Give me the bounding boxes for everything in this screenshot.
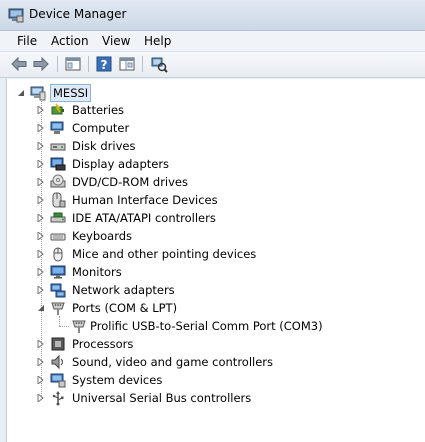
tree-item-label: Sound, video and game controllers (72, 355, 274, 369)
tree-item[interactable]: Universal Serial Bus controllers (35, 389, 415, 407)
tree-item-label: Universal Serial Bus controllers (72, 391, 252, 405)
tree-item-label: Batteries (72, 103, 125, 117)
tree-item-label: Human Interface Devices (72, 193, 218, 207)
expand-arrow-icon[interactable] (37, 340, 45, 348)
tree-item[interactable]: Sound, video and game controllers (35, 353, 415, 371)
tree-item[interactable]: Keyboards (35, 227, 415, 245)
tree-child-label: Prolific USB-to-Serial Comm Port (COM3) (90, 319, 323, 333)
expand-arrow-icon[interactable] (37, 376, 45, 384)
expand-arrow-icon[interactable] (37, 160, 45, 168)
expand-arrow-icon[interactable] (37, 214, 45, 222)
window-title: Device Manager (29, 7, 127, 21)
network-adapter-icon (50, 283, 66, 298)
tree-item[interactable]: Human Interface Devices (35, 191, 415, 209)
console-tree-icon[interactable] (118, 55, 136, 73)
tree-item[interactable]: DVD/CD-ROM drives (35, 173, 415, 191)
tree-item-label: Processors (72, 337, 134, 351)
expand-arrow-icon[interactable] (37, 196, 45, 204)
toolbar: ? (0, 52, 425, 78)
menu-bar: File Action View Help (0, 31, 425, 52)
tree-item[interactable]: Display adapters (35, 155, 415, 173)
tree-item[interactable]: Mice and other pointing devices (35, 245, 415, 263)
usb-icon (52, 391, 64, 406)
menu-help[interactable]: Help (141, 33, 174, 49)
toolbar-separator (57, 56, 58, 72)
port-icon (51, 302, 65, 315)
device-manager-icon (8, 8, 24, 23)
menu-file[interactable]: File (14, 33, 40, 49)
monitor-icon (50, 265, 66, 279)
system-device-icon (50, 373, 66, 388)
title-bar[interactable]: Device Manager (0, 0, 425, 31)
processor-icon (51, 337, 65, 351)
expand-arrow-icon[interactable] (37, 124, 45, 132)
tree-item[interactable]: Processors (35, 335, 415, 353)
collapse-arrow-icon[interactable] (17, 89, 25, 97)
tree-root[interactable]: MESSI (15, 84, 215, 102)
expand-arrow-icon[interactable] (37, 250, 45, 258)
expand-arrow-icon[interactable] (37, 394, 45, 402)
computer-icon (50, 121, 64, 134)
tree-item-label: Ports (COM & LPT) (72, 301, 178, 315)
expand-arrow-icon[interactable] (37, 178, 45, 186)
tree-item[interactable]: Monitors (35, 263, 415, 281)
tree-item-label: Monitors (72, 265, 122, 279)
tree-item-label: System devices (72, 373, 163, 387)
tree-child-connector-line (59, 316, 60, 326)
properties-icon[interactable] (64, 55, 82, 73)
help-icon[interactable]: ? (95, 55, 113, 73)
keyboard-icon (50, 233, 66, 241)
tree-item-label: Mice and other pointing devices (72, 247, 257, 261)
expand-arrow-icon[interactable] (37, 358, 45, 366)
tree-item-label: Disk drives (72, 139, 136, 153)
tree-item[interactable]: IDE ATA/ATAPI controllers (35, 209, 415, 227)
svg-text:?: ? (101, 58, 108, 72)
ide-controller-icon (50, 212, 66, 223)
tree-item-label: Computer (72, 121, 130, 135)
dvd-drive-icon (50, 174, 66, 188)
expand-arrow-icon[interactable] (37, 268, 45, 276)
tree-root-label[interactable]: MESSI (50, 84, 92, 102)
tree-item-label: IDE ATA/ATAPI controllers (72, 211, 216, 225)
computer-icon (30, 86, 46, 101)
collapse-arrow-icon[interactable] (37, 304, 45, 312)
tree-item[interactable]: Disk drives (35, 137, 415, 155)
hid-icon (52, 192, 66, 208)
expand-arrow-icon[interactable] (37, 232, 45, 240)
forward-icon[interactable] (32, 55, 50, 73)
tree-item-label: Network adapters (72, 283, 175, 297)
display-adapter-icon (50, 157, 66, 171)
tree-item-label: Keyboards (72, 229, 133, 243)
expand-arrow-icon[interactable] (37, 142, 45, 150)
port-icon (72, 320, 86, 333)
sound-icon (51, 354, 63, 370)
tree-item[interactable]: Network adapters (35, 281, 415, 299)
disk-drive-icon (50, 143, 66, 151)
tree-child-item[interactable]: Prolific USB-to-Serial Comm Port (COM3) (67, 317, 422, 335)
device-tree[interactable]: MESSI Batteries Computer Disk drives Dis… (6, 79, 425, 442)
mouse-icon (53, 247, 63, 262)
menu-view[interactable]: View (99, 33, 133, 49)
tree-item-expanded[interactable]: Ports (COM & LPT) (35, 299, 415, 317)
toolbar-separator (142, 56, 143, 72)
expand-arrow-icon[interactable] (37, 286, 45, 294)
expand-arrow-icon[interactable] (37, 106, 45, 114)
battery-icon (51, 103, 64, 115)
tree-item-label: DVD/CD-ROM drives (72, 175, 188, 189)
tree-item-label: Display adapters (72, 157, 170, 171)
back-icon[interactable] (10, 55, 28, 73)
menu-action[interactable]: Action (48, 33, 92, 49)
scan-hardware-icon[interactable] (150, 55, 168, 73)
tree-item[interactable]: System devices (35, 371, 415, 389)
tree-item[interactable]: Batteries (35, 101, 415, 119)
toolbar-separator (88, 56, 89, 72)
tree-item[interactable]: Computer (35, 119, 415, 137)
